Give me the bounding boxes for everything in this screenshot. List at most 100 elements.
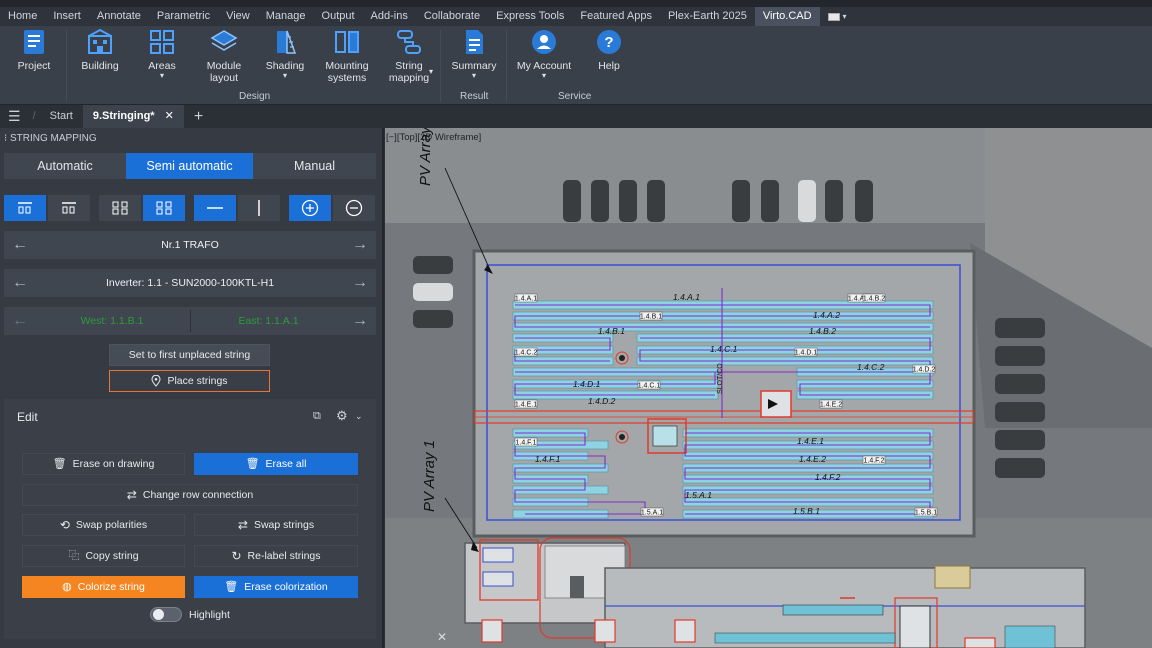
row-label: 1.4.D.2 bbox=[588, 396, 616, 406]
erase-colorization-button[interactable]: 🗑 Erase colorization bbox=[194, 576, 358, 598]
column-layout-button[interactable] bbox=[99, 195, 141, 221]
drawing-canvas[interactable]: 1.4.A.1 1.4.A.2 1.4.B.1 1.4.B.2 1.4.C.2 1.4.C… bbox=[385, 128, 1152, 648]
row-label: 1.4.C.2 bbox=[857, 362, 885, 372]
swap-strings-button[interactable]: ⇄ Swap strings bbox=[194, 514, 358, 536]
mounting-systems-button[interactable]: Mounting systems bbox=[324, 28, 370, 84]
menu-item-view[interactable]: View bbox=[218, 7, 258, 26]
string-tag[interactable]: 1.4.C.2 bbox=[515, 350, 538, 357]
string-tag[interactable]: 1.4.D.1 bbox=[795, 350, 818, 357]
swap-polarities-button[interactable]: ⟲ Swap polarities bbox=[22, 514, 185, 536]
string-tag[interactable]: 1.4.C.1 bbox=[638, 383, 661, 390]
pv-array-1-label: PV Array 1 bbox=[421, 440, 438, 512]
west-string-label[interactable]: West: 1.1.B.1 bbox=[34, 307, 190, 335]
mode-semi-automatic[interactable]: Semi automatic bbox=[126, 153, 253, 179]
menu-item-add-ins[interactable]: Add-ins bbox=[363, 7, 416, 26]
row-label: 1.4.E.2 bbox=[799, 454, 826, 464]
row-label: 1.4.A.1 bbox=[673, 292, 700, 302]
right-align-button[interactable] bbox=[48, 195, 90, 221]
menu-item-annotate[interactable]: Annotate bbox=[89, 7, 149, 26]
left-align-button[interactable] bbox=[4, 195, 46, 221]
language-flag-icon[interactable]: ▾ bbox=[827, 11, 858, 23]
set-first-unplaced-button[interactable]: Set to first unplaced string bbox=[109, 344, 270, 366]
menu-item-virto-cad[interactable]: Virto.CAD bbox=[754, 7, 820, 26]
ribbon: Project Building Areas ▾ Module layout S… bbox=[0, 26, 1152, 105]
summary-button[interactable]: Summary ▾ bbox=[452, 28, 496, 80]
close-icon[interactable]: ✕ bbox=[437, 630, 447, 644]
relabel-strings-button[interactable]: ↻ Re-label strings bbox=[194, 545, 358, 567]
zoom-in-button[interactable] bbox=[289, 195, 331, 221]
pv-array-2-label: PV Array 2 bbox=[417, 128, 434, 186]
mode-manual[interactable]: Manual bbox=[253, 153, 376, 179]
arrow-left-icon[interactable]: ← bbox=[8, 269, 32, 297]
result-group-label: Result bbox=[460, 91, 489, 102]
menu-item-plex-earth-2025[interactable]: Plex-Earth 2025 bbox=[660, 7, 755, 26]
arrow-right-icon[interactable]: → bbox=[348, 307, 372, 335]
string-tag[interactable]: 1.4.F.2 bbox=[863, 458, 884, 465]
string-tag[interactable]: 1.4.E.2 bbox=[820, 402, 842, 409]
gear-icon[interactable]: ⚙ bbox=[336, 408, 348, 424]
row-label: 1.4.B.1 bbox=[598, 326, 625, 336]
arrow-right-icon[interactable]: → bbox=[348, 231, 372, 259]
erase-all-button[interactable]: 🗑 Erase all bbox=[194, 453, 358, 475]
menu-item-output[interactable]: Output bbox=[314, 7, 363, 26]
trafo-label: Nr.1 TRAFO bbox=[161, 239, 219, 251]
hamburger-menu-icon[interactable]: ☰ bbox=[0, 105, 29, 128]
my-account-button[interactable]: My Account ▾ bbox=[516, 28, 572, 80]
string-tag[interactable]: 1.4.F.1 bbox=[515, 440, 536, 447]
shading-button[interactable]: Shading ▾ bbox=[264, 28, 306, 80]
arrow-left-icon[interactable]: ← bbox=[8, 307, 32, 335]
copy-string-button[interactable]: ⿻ Copy string bbox=[22, 545, 185, 567]
horizontal-button[interactable] bbox=[194, 195, 236, 221]
east-string-label[interactable]: East: 1.1.A.1 bbox=[191, 307, 346, 335]
ribbon-separator bbox=[506, 30, 507, 102]
copy-icon: ⿻ bbox=[68, 550, 80, 562]
vertical-button[interactable] bbox=[238, 195, 280, 221]
string-tag[interactable]: 1.5.B.1 bbox=[915, 510, 937, 517]
chevron-down-icon[interactable]: ⌄ bbox=[355, 411, 363, 422]
row-label: 1.4.B.2 bbox=[809, 326, 836, 336]
building-button[interactable]: Building bbox=[80, 28, 120, 72]
highlight-label: Highlight bbox=[189, 609, 230, 621]
new-tab-icon[interactable]: + bbox=[184, 105, 213, 128]
arrow-right-icon[interactable]: → bbox=[348, 269, 372, 297]
project-button[interactable]: Project bbox=[18, 28, 50, 72]
tab-stringing[interactable]: 9.Stringing* ✕ bbox=[82, 105, 184, 128]
menu-item-manage[interactable]: Manage bbox=[258, 7, 314, 26]
zoom-out-button[interactable] bbox=[333, 195, 375, 221]
summary-icon bbox=[466, 30, 483, 54]
string-tag[interactable]: 1.4.B.2 bbox=[863, 296, 885, 303]
close-tab-icon[interactable]: ✕ bbox=[165, 105, 174, 128]
colorize-string-button[interactable]: ◍ Colorize string bbox=[22, 576, 185, 598]
export-icon[interactable]: ⧉ bbox=[313, 410, 321, 423]
change-row-connection-button[interactable]: ⇄ Change row connection bbox=[22, 484, 358, 506]
menu-item-express-tools[interactable]: Express Tools bbox=[488, 7, 572, 26]
menu-item-parametric[interactable]: Parametric bbox=[149, 7, 218, 26]
string-tag[interactable]: 1.4.D.2 bbox=[913, 367, 936, 374]
panel-title: ⁝ STRING MAPPING bbox=[4, 133, 97, 144]
help-button[interactable]: ? Help bbox=[592, 28, 626, 72]
string-tag[interactable]: 1.4.B.1 bbox=[640, 314, 662, 321]
place-strings-button[interactable]: Place strings bbox=[109, 370, 270, 392]
title-strip bbox=[0, 0, 1152, 7]
string-tag[interactable]: 1.4.E.1 bbox=[515, 402, 537, 409]
menu-item-insert[interactable]: Insert bbox=[45, 7, 89, 26]
erase-on-drawing-button[interactable]: 🗑 Erase on drawing bbox=[22, 453, 185, 475]
areas-button[interactable]: Areas ▾ bbox=[146, 28, 178, 80]
columns-icon bbox=[112, 201, 128, 215]
inverter-label: Inverter: 1.1 - SUN2000-100KTL-H1 bbox=[105, 277, 275, 289]
string-mapping-button[interactable]: String mapping bbox=[386, 28, 432, 84]
highlight-toggle[interactable] bbox=[150, 607, 182, 622]
arrow-left-icon[interactable]: ← bbox=[8, 231, 32, 259]
string-tag[interactable]: 1.4.A.1 bbox=[515, 296, 537, 303]
row-layout-button[interactable] bbox=[143, 195, 185, 221]
tab-start[interactable]: Start bbox=[40, 105, 83, 128]
row-label: 1.4.F.1 bbox=[535, 454, 561, 464]
menu-item-collaborate[interactable]: Collaborate bbox=[416, 7, 488, 26]
menu-item-home[interactable]: Home bbox=[0, 7, 45, 26]
row-label: 1.4.E.1 bbox=[797, 436, 824, 446]
string-tag[interactable]: 1.5.A.1 bbox=[641, 510, 663, 517]
mode-automatic[interactable]: Automatic bbox=[4, 153, 126, 179]
menu-item-featured-apps[interactable]: Featured Apps bbox=[572, 7, 660, 26]
module-layout-button[interactable]: Module layout bbox=[202, 28, 246, 84]
shading-icon bbox=[277, 30, 297, 54]
